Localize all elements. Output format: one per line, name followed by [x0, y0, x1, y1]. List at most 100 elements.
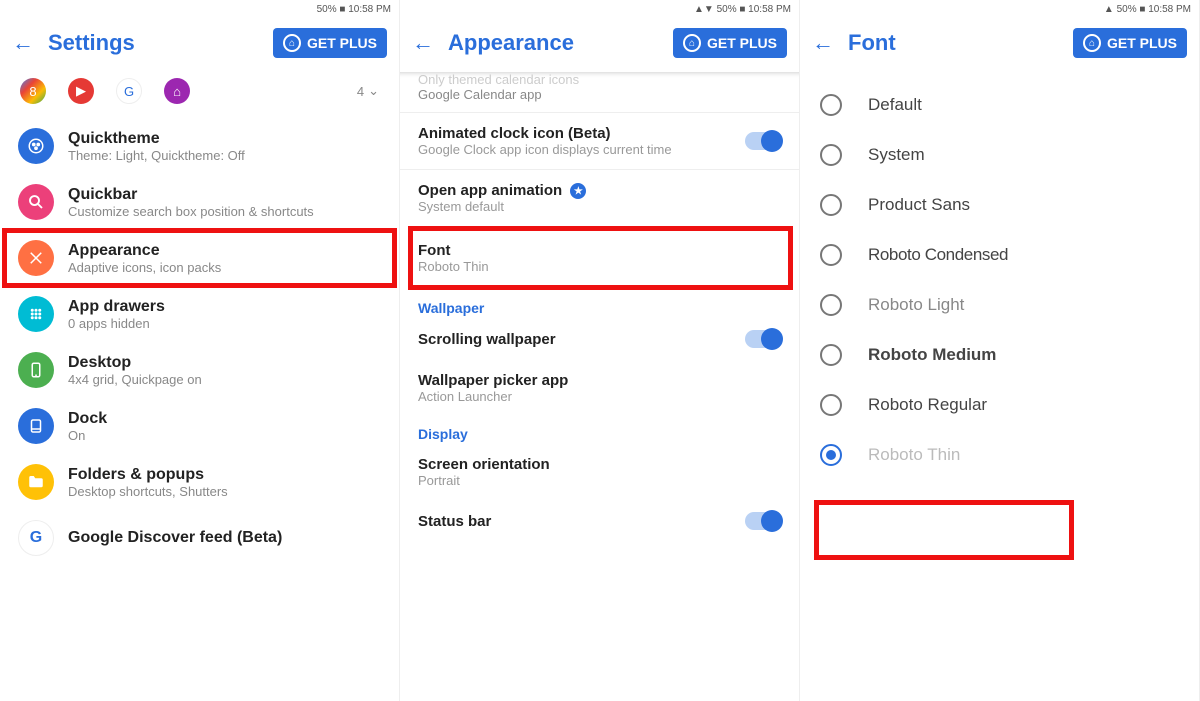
font-option-system[interactable]: System	[800, 130, 1199, 180]
toggle-switch[interactable]	[745, 132, 781, 150]
item-label: App drawers	[68, 298, 381, 316]
pane-settings: 50% ■ 10:58 PM ← Settings ⌂ GET PLUS 8 ▶…	[0, 0, 400, 701]
radio-label: Roboto Condensed	[868, 245, 1008, 265]
row-label: Wallpaper picker app	[418, 372, 781, 389]
grid-icon	[18, 296, 54, 332]
search-icon	[18, 184, 54, 220]
font-option-default[interactable]: Default	[800, 80, 1199, 130]
app-icon-8[interactable]: 8	[20, 78, 46, 104]
get-plus-button[interactable]: ⌂ GET PLUS	[1073, 28, 1187, 58]
row-label: Scrolling wallpaper	[418, 331, 745, 348]
row-open-app-animation[interactable]: Open app animation ★ System default	[400, 170, 799, 226]
font-option-roboto-light[interactable]: Roboto Light	[800, 280, 1199, 330]
cut-row-2: Google Calendar app	[400, 87, 799, 102]
status-text: 50% ■ 10:58 PM	[317, 4, 391, 15]
font-option-roboto-regular[interactable]: Roboto Regular	[800, 380, 1199, 430]
google-g-icon: G	[18, 520, 54, 556]
row-screen-orientation[interactable]: Screen orientation Portrait	[400, 444, 799, 500]
font-option-roboto-medium[interactable]: Roboto Medium	[800, 330, 1199, 380]
get-plus-label: GET PLUS	[1107, 35, 1177, 51]
radio-label: Roboto Thin	[868, 445, 960, 465]
item-folders[interactable]: Folders & popups Desktop shortcuts, Shut…	[4, 454, 395, 510]
item-appearance[interactable]: Appearance Adaptive icons, icon packs	[4, 230, 395, 286]
radio-label: Default	[868, 95, 922, 115]
row-wallpaper-picker[interactable]: Wallpaper picker app Action Launcher	[400, 360, 799, 416]
radio-icon[interactable]	[820, 94, 842, 116]
status-bar: 50% ■ 10:58 PM	[0, 0, 399, 18]
radio-icon[interactable]	[820, 294, 842, 316]
get-plus-label: GET PLUS	[307, 35, 377, 51]
item-google-discover[interactable]: G Google Discover feed (Beta)	[4, 510, 395, 566]
status-bar: ▲▼ 50% ■ 10:58 PM	[400, 0, 799, 18]
get-plus-label: GET PLUS	[707, 35, 777, 51]
radio-icon[interactable]	[820, 194, 842, 216]
row-label: Animated clock icon (Beta)	[418, 125, 745, 142]
toggle-switch[interactable]	[745, 512, 781, 530]
item-sub: Customize search box position & shortcut…	[68, 204, 381, 219]
header: ← Appearance ⌂ GET PLUS	[400, 18, 799, 72]
chevron-down-icon: ⌄	[368, 83, 379, 99]
item-quickbar[interactable]: Quickbar Customize search box position &…	[4, 174, 395, 230]
header: ← Font ⌂ GET PLUS	[800, 18, 1199, 72]
back-icon[interactable]: ←	[412, 32, 434, 54]
item-quicktheme[interactable]: Quicktheme Theme: Light, Quicktheme: Off	[4, 118, 395, 174]
cut-row-1: Only themed calendar icons	[400, 72, 799, 87]
radio-label: System	[868, 145, 925, 165]
row-label: Font	[418, 242, 781, 259]
item-sub: Theme: Light, Quicktheme: Off	[68, 148, 381, 163]
page-title: Settings	[48, 30, 259, 56]
star-badge-icon: ★	[570, 183, 586, 199]
item-dock[interactable]: Dock On	[4, 398, 395, 454]
font-option-roboto-condensed[interactable]: Roboto Condensed	[800, 230, 1199, 280]
header: ← Settings ⌂ GET PLUS	[0, 18, 399, 72]
page-title: Font	[848, 30, 1059, 56]
row-animated-clock[interactable]: Animated clock icon (Beta) Google Clock …	[400, 113, 799, 169]
dock-icon	[18, 408, 54, 444]
item-label: Desktop	[68, 354, 381, 372]
launcher-icon[interactable]: ⌂	[164, 78, 190, 104]
youtube-icon[interactable]: ▶	[68, 78, 94, 104]
item-sub: Desktop shortcuts, Shutters	[68, 484, 381, 499]
row-font[interactable]: Font Roboto Thin	[400, 226, 799, 290]
item-label: Folders & popups	[68, 466, 381, 484]
get-plus-button[interactable]: ⌂ GET PLUS	[273, 28, 387, 58]
brush-icon	[18, 240, 54, 276]
row-sub: Action Launcher	[418, 389, 781, 404]
get-plus-button[interactable]: ⌂ GET PLUS	[673, 28, 787, 58]
row-label: Open app animation ★	[418, 182, 781, 199]
row-status-bar[interactable]: Status bar	[400, 500, 799, 542]
font-options-list: Default System Product Sans Roboto Condense…	[800, 72, 1199, 480]
row-scrolling-wallpaper[interactable]: Scrolling wallpaper	[400, 318, 799, 360]
radio-label: Product Sans	[868, 195, 970, 215]
radio-icon[interactable]	[820, 344, 842, 366]
item-sub: 0 apps hidden	[68, 316, 381, 331]
status-text: ▲ 50% ■ 10:58 PM	[1104, 4, 1191, 15]
row-sub: Google Clock app icon displays current t…	[418, 142, 745, 157]
home-icon: ⌂	[683, 34, 701, 52]
app-icon-row: 8 ▶ G ⌂ 4 ⌄	[0, 72, 399, 118]
back-icon[interactable]: ←	[812, 32, 834, 54]
radio-icon[interactable]	[820, 244, 842, 266]
icon-count-dropdown[interactable]: 4 ⌄	[357, 83, 379, 99]
item-app-drawers[interactable]: App drawers 0 apps hidden	[4, 286, 395, 342]
radio-label: Roboto Regular	[868, 395, 987, 415]
item-label: Quicktheme	[68, 130, 381, 148]
toggle-switch[interactable]	[745, 330, 781, 348]
radio-label: Roboto Medium	[868, 345, 996, 365]
status-bar: ▲ 50% ■ 10:58 PM	[800, 0, 1199, 18]
folder-icon	[18, 464, 54, 500]
back-icon[interactable]: ←	[12, 32, 34, 54]
radio-icon[interactable]	[820, 394, 842, 416]
radio-icon[interactable]	[820, 444, 842, 466]
home-icon: ⌂	[283, 34, 301, 52]
font-option-product-sans[interactable]: Product Sans	[800, 180, 1199, 230]
item-label: Quickbar	[68, 186, 381, 204]
radio-icon[interactable]	[820, 144, 842, 166]
item-label: Appearance	[68, 242, 381, 260]
page-title: Appearance	[448, 30, 659, 56]
google-icon[interactable]: G	[116, 78, 142, 104]
settings-list: Quicktheme Theme: Light, Quicktheme: Off…	[0, 118, 399, 566]
font-option-roboto-thin[interactable]: Roboto Thin	[800, 430, 1199, 480]
category-wallpaper: Wallpaper	[400, 290, 799, 318]
item-desktop[interactable]: Desktop 4x4 grid, Quickpage on	[4, 342, 395, 398]
